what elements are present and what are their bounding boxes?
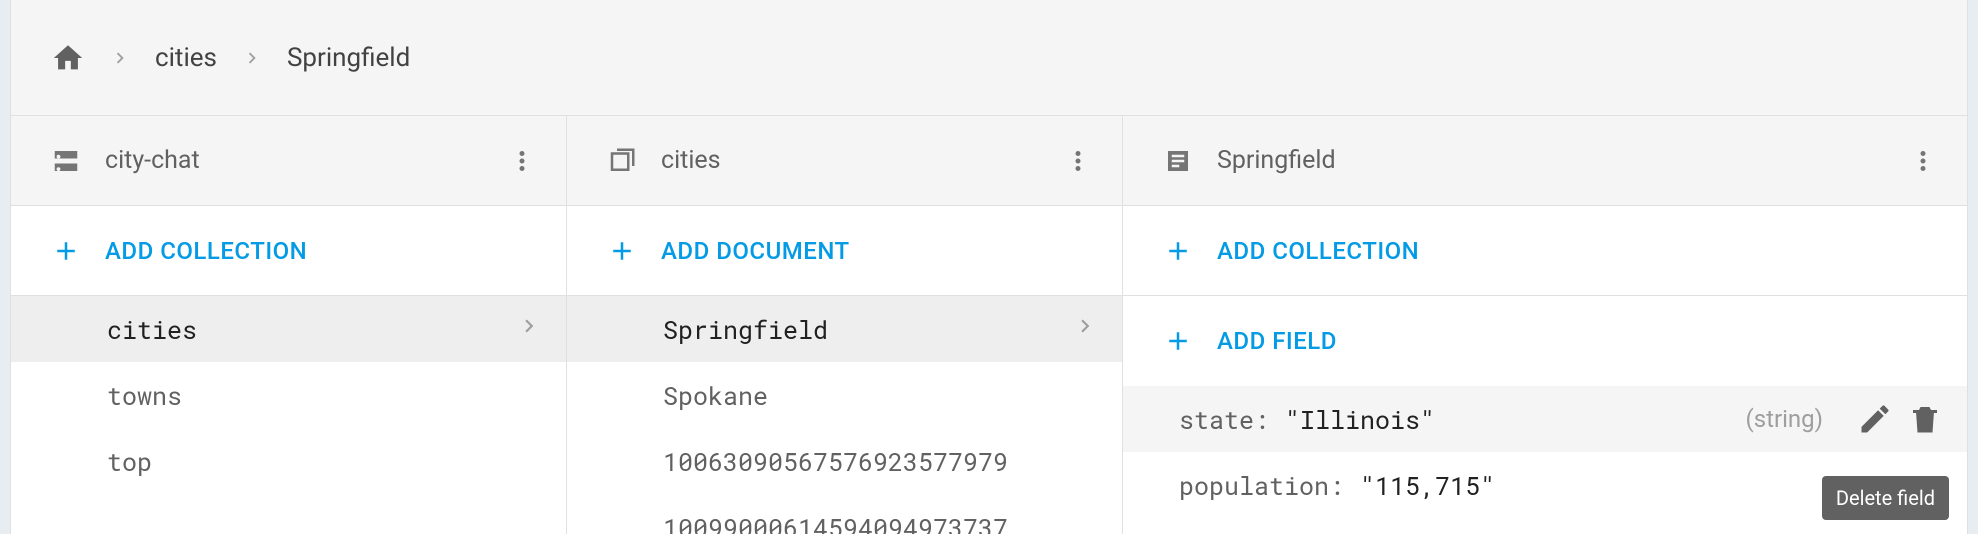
- collection-item[interactable]: cities: [11, 296, 566, 362]
- home-icon[interactable]: [51, 41, 85, 75]
- edit-icon[interactable]: [1857, 401, 1893, 437]
- field-colon: :: [1254, 403, 1269, 436]
- field-row[interactable]: state: "Illinois" (string): [1123, 386, 1967, 452]
- document-title: Springfield: [1217, 146, 1899, 175]
- document-item-label: 10099000614594094973737: [663, 511, 1098, 534]
- collection-item[interactable]: top: [11, 428, 566, 494]
- collection-item-label: towns: [107, 379, 542, 412]
- more-vert-icon: [507, 146, 537, 176]
- delete-field-tooltip: Delete field: [1822, 476, 1949, 520]
- project-panel: city-chat ADD COLLECTION cities towns to: [11, 116, 567, 534]
- chevron-right-icon: [516, 313, 542, 346]
- database-viewer: cities Springfield city-chat ADD COLLECT…: [10, 0, 1968, 534]
- document-item[interactable]: Spokane: [567, 362, 1122, 428]
- document-icon: [1163, 146, 1193, 176]
- document-item-label: 10063090567576923577979: [663, 445, 1098, 478]
- delete-icon[interactable]: [1907, 401, 1943, 437]
- add-subcollection-label: ADD COLLECTION: [1217, 237, 1419, 265]
- breadcrumb-collection[interactable]: cities: [155, 43, 217, 73]
- add-document-label: ADD DOCUMENT: [661, 237, 850, 265]
- field-type: (string): [1745, 405, 1823, 433]
- chevron-right-icon: [109, 47, 131, 69]
- project-menu-button[interactable]: [498, 137, 546, 185]
- document-menu-button[interactable]: [1899, 137, 1947, 185]
- add-collection-label: ADD COLLECTION: [105, 237, 307, 265]
- collection-item[interactable]: towns: [11, 362, 566, 428]
- database-icon: [51, 146, 81, 176]
- field-value: "Illinois": [1285, 403, 1435, 436]
- collection-panel-header: cities: [567, 116, 1122, 206]
- data-columns: city-chat ADD COLLECTION cities towns to: [11, 116, 1967, 534]
- more-vert-icon: [1063, 146, 1093, 176]
- plus-icon: [1163, 326, 1193, 356]
- collection-title: cities: [661, 146, 1054, 175]
- field-key: state: [1179, 403, 1254, 436]
- field-value: "115,715": [1360, 469, 1495, 502]
- plus-icon: [51, 236, 81, 266]
- project-panel-header: city-chat: [11, 116, 566, 206]
- more-vert-icon: [1908, 146, 1938, 176]
- document-panel-header: Springfield: [1123, 116, 1967, 206]
- add-field-label: ADD FIELD: [1217, 327, 1337, 355]
- document-item[interactable]: 10099000614594094973737: [567, 494, 1122, 534]
- plus-icon: [607, 236, 637, 266]
- collection-item-label: top: [107, 445, 542, 478]
- add-collection-button[interactable]: ADD COLLECTION: [11, 206, 566, 296]
- document-panel: Springfield ADD COLLECTION ADD FIELD sta…: [1123, 116, 1967, 534]
- collections-list: cities towns top: [11, 296, 566, 534]
- breadcrumb-document[interactable]: Springfield: [287, 43, 410, 73]
- collection-menu-button[interactable]: [1054, 137, 1102, 185]
- collection-icon: [607, 146, 637, 176]
- chevron-right-icon: [1072, 313, 1098, 346]
- add-subcollection-button[interactable]: ADD COLLECTION: [1123, 206, 1967, 296]
- document-item-label: Spokane: [663, 379, 1098, 412]
- plus-icon: [1163, 236, 1193, 266]
- documents-list: Springfield Spokane 10063090567576923577…: [567, 296, 1122, 534]
- add-field-button[interactable]: ADD FIELD: [1123, 296, 1967, 386]
- collection-panel: cities ADD DOCUMENT Springfield Spokane: [567, 116, 1123, 534]
- add-document-button[interactable]: ADD DOCUMENT: [567, 206, 1122, 296]
- field-key: population: [1179, 469, 1329, 502]
- field-colon: :: [1329, 469, 1344, 502]
- breadcrumb: cities Springfield: [11, 0, 1967, 116]
- project-title: city-chat: [105, 146, 498, 175]
- collection-item-label: cities: [107, 313, 516, 346]
- chevron-right-icon: [241, 47, 263, 69]
- document-item[interactable]: 10063090567576923577979: [567, 428, 1122, 494]
- document-item-label: Springfield: [663, 313, 1072, 346]
- document-item[interactable]: Springfield: [567, 296, 1122, 362]
